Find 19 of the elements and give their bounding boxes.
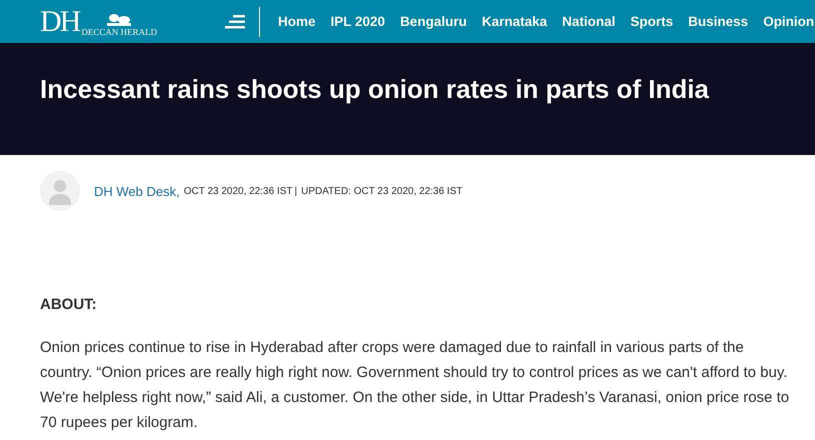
headline: Incessant rains shoots up onion rates in parts of India — [40, 73, 710, 106]
nav-link[interactable]: Sports — [630, 14, 674, 29]
nav-link[interactable]: Business — [688, 14, 748, 29]
author-link[interactable]: DH Web Desk, — [94, 184, 180, 198]
avatar-icon — [40, 171, 80, 211]
logo-mark[interactable]: DH — [40, 6, 80, 36]
menu-icon[interactable] — [225, 14, 245, 30]
nav-link[interactable]: IPL 2020 — [330, 14, 386, 29]
published-date: OCT 23 2020, 22:36 IST — [184, 186, 293, 196]
nav-link[interactable]: National — [562, 14, 616, 29]
article-paragraph: Onion prices continue to rise in Hyderabad after crops were damaged due to rainfall in various parts of the country. “Onion prices are really high right now. Government should try to control prices as we can't afford to buy. We're helpless right now,” said Ali, a customer. On the other side, in Uttar Pradesh’s Varanasi, onion price rose to 70 rupees per kilogram. — [40, 338, 790, 433]
separator: | — [294, 186, 298, 196]
nav-link[interactable]: Opinion — [763, 14, 814, 29]
section-label: ABOUT: — [40, 296, 98, 313]
logo-name[interactable]: DECCAN HERALD — [81, 26, 158, 36]
nav-link[interactable]: Bengaluru — [400, 14, 467, 29]
nav-link[interactable]: Karnataka — [482, 14, 548, 29]
nav-link[interactable]: Home — [278, 14, 316, 29]
updated-date: UPDATED: OCT 23 2020, 22:36 IST — [301, 186, 462, 196]
